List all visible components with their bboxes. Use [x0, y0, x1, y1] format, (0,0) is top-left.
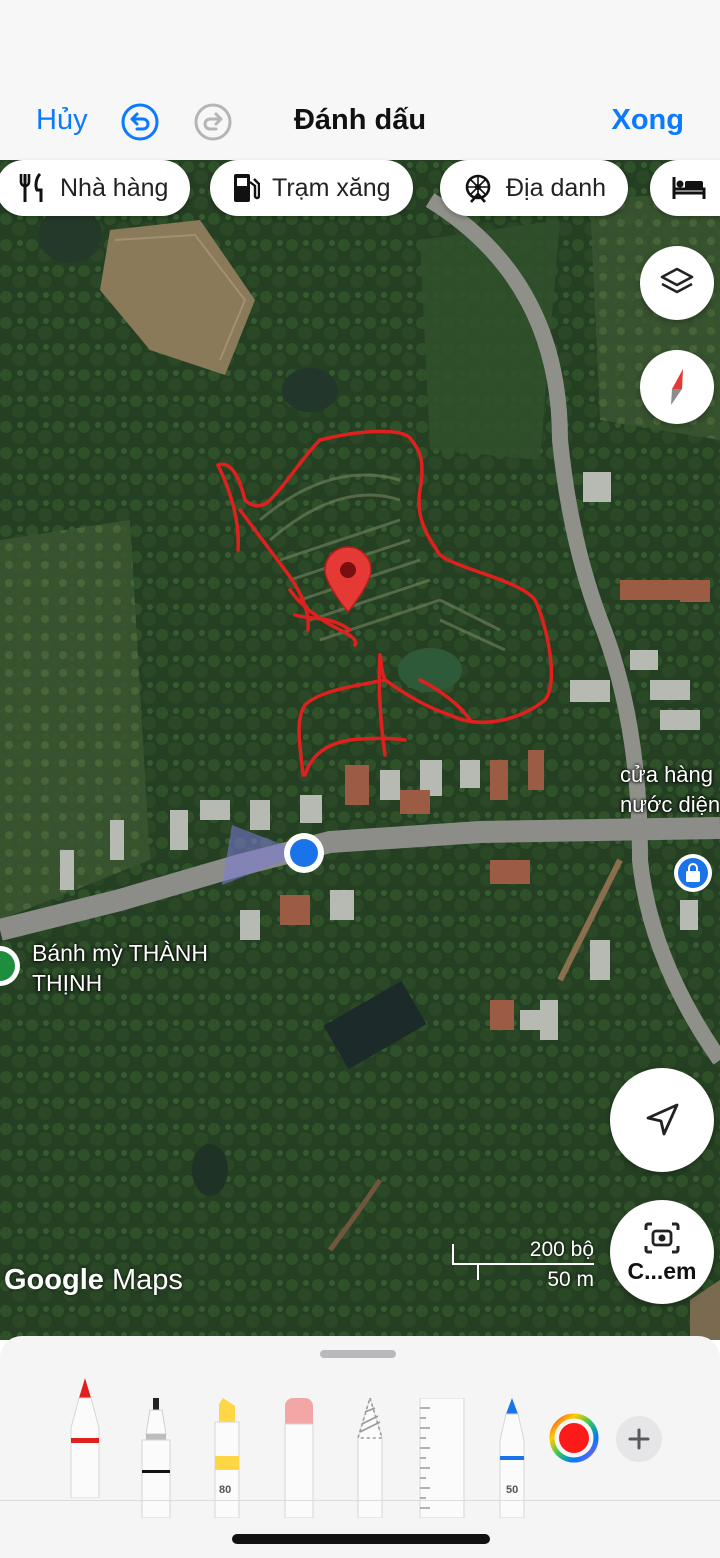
location-pin-icon[interactable] [323, 546, 373, 614]
chip-gas-stations-label: Trạm xăng [272, 173, 391, 202]
place-label-shop-text: cửa hàng nước diện h [620, 762, 720, 817]
plus-icon [628, 1428, 650, 1450]
chip-restaurants-label: Nhà hàng [60, 173, 169, 202]
scale-meters: 50 m [547, 1268, 594, 1291]
sheet-grabber[interactable] [320, 1350, 396, 1358]
pencil-size: 50 [506, 1484, 519, 1496]
map-scale: 200 bộ 50 m [452, 1238, 596, 1294]
fork-knife-icon [19, 172, 43, 202]
layers-icon [660, 267, 694, 294]
navigate-button[interactable] [610, 1068, 714, 1172]
chip-restaurants[interactable]: Nhà hàng [0, 160, 191, 216]
markup-tools-palette: 80 50 [0, 1336, 720, 1558]
tools-divider [0, 1500, 720, 1501]
google-maps-logo: Google Maps [4, 1264, 183, 1297]
bed-icon [672, 177, 706, 199]
compass-button[interactable] [640, 350, 714, 424]
bakery-marker-icon[interactable] [0, 944, 24, 988]
color-picker-icon[interactable] [548, 1412, 600, 1464]
chip-gas-stations[interactable]: Trạm xăng [210, 160, 413, 216]
markup-screen: Hủy Đánh dấu Xong cửa hàng nước diện Bán… [0, 0, 720, 1558]
navigation-arrow-icon [646, 1103, 679, 1136]
maps-logo-text: Maps [111, 1264, 183, 1296]
gas-pump-icon [234, 174, 260, 202]
highlighter-size: 80 [219, 1484, 232, 1496]
place-label-bakery-text: Bánh mỳ THÀNH THỊNH [32, 940, 208, 996]
compass-icon [671, 369, 683, 405]
chip-hotels[interactable]: K [650, 160, 720, 216]
markup-toolbar: Hủy Đánh dấu Xong [0, 0, 720, 160]
pen-tool[interactable] [65, 1378, 105, 1498]
camera-icon [644, 1222, 680, 1253]
place-label-shop[interactable]: cửa hàng nước diện h [620, 760, 720, 820]
camera-search-button[interactable]: C...em [610, 1200, 714, 1304]
google-logo-text: Google [4, 1264, 104, 1296]
current-location-icon [222, 825, 324, 885]
camera-search-label: C...em [627, 1257, 697, 1284]
chip-landmarks[interactable]: Địa danh [440, 160, 629, 216]
landmark-icon [465, 174, 491, 203]
map-view[interactable]: cửa hàng nước diện h Bánh mỳ THÀNH THỊNH [0, 160, 720, 1340]
chip-landmarks-label: Địa danh [506, 173, 607, 202]
place-label-bakery[interactable]: Bánh mỳ THÀNH THỊNH [32, 938, 208, 998]
done-button[interactable]: Xong [612, 104, 685, 137]
shopping-bag-icon[interactable] [673, 853, 713, 893]
add-tool-button[interactable] [616, 1416, 662, 1462]
map-layers-button[interactable] [640, 246, 714, 320]
freehand-drawing [216, 429, 554, 777]
home-indicator[interactable] [232, 1534, 490, 1544]
scale-feet: 200 bộ [529, 1238, 594, 1261]
